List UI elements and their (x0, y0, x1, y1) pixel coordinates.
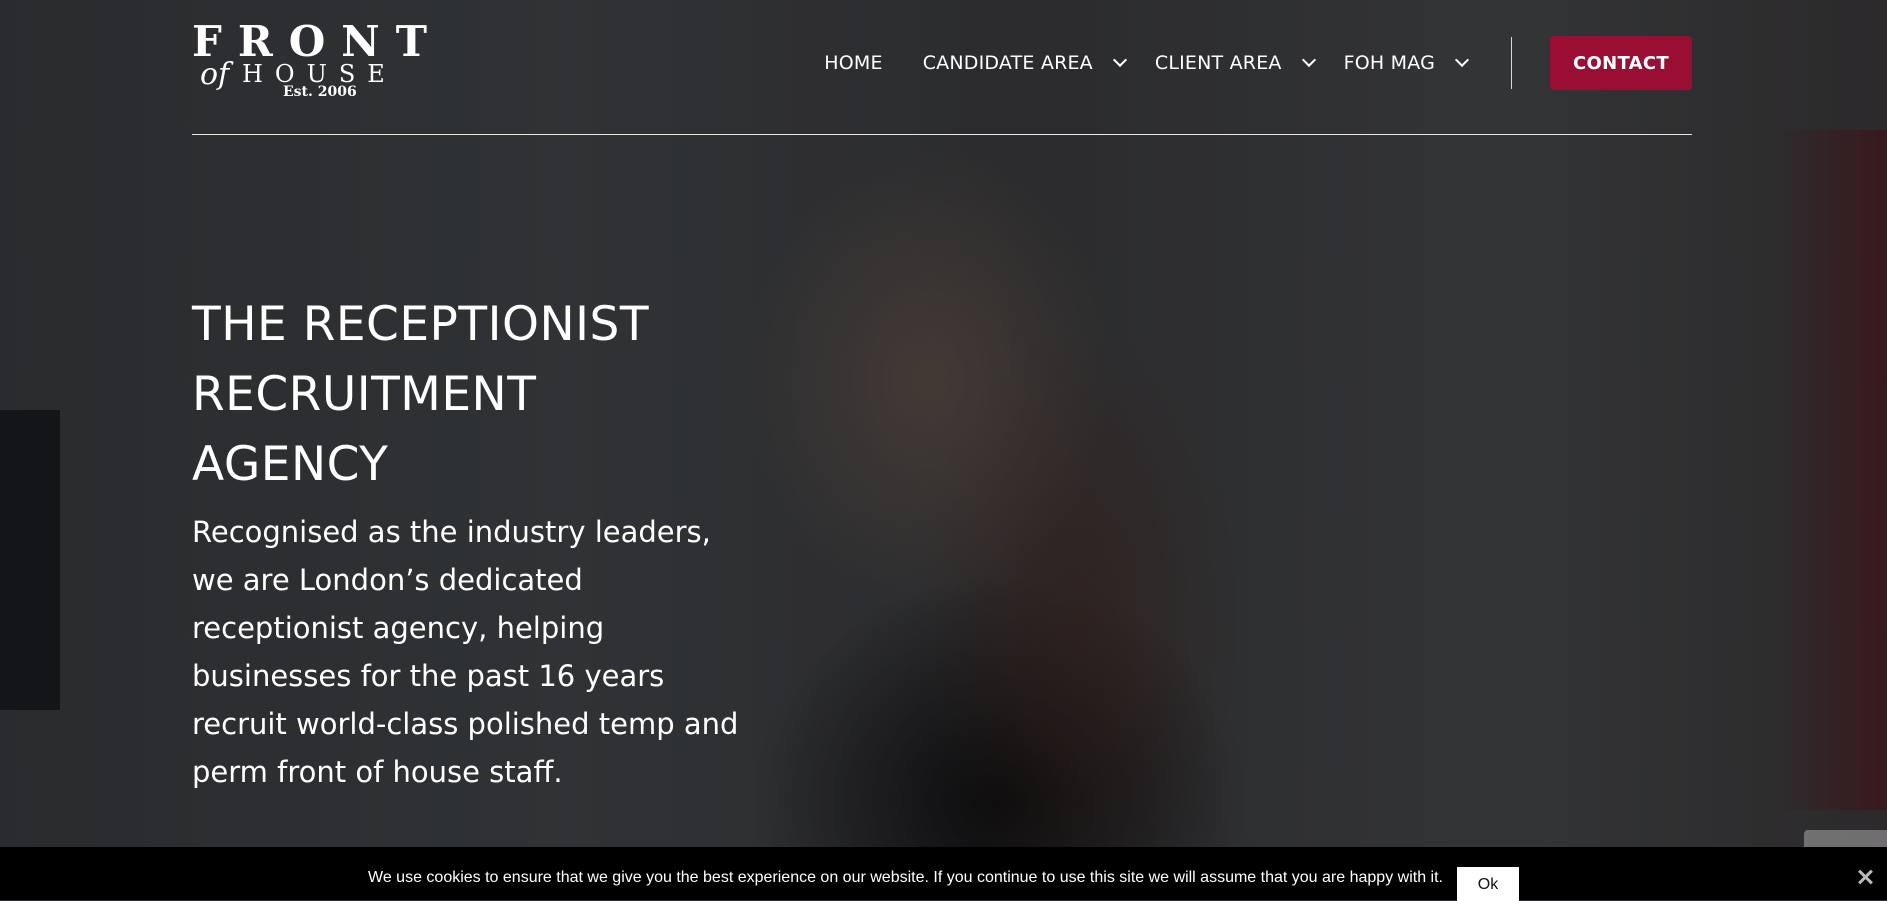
nav-item-label: CANDIDATE AREA (922, 52, 1093, 74)
cookie-notice-bar: We use cookies to ensure that we give yo… (0, 847, 1887, 901)
cookie-ok-button[interactable]: Ok (1456, 866, 1519, 901)
hero-description: Recognised as the industry leaders, we a… (192, 515, 739, 789)
close-icon[interactable] (1855, 867, 1875, 887)
chevron-down-icon[interactable] (1112, 52, 1127, 68)
hero-title: THE RECEPTIONIST RECRUITMENT AGENCY (192, 290, 752, 500)
main-nav: HOME CANDIDATE AREA CLIENT AREA FOH MAG … (824, 36, 1692, 90)
nav-item-client-area[interactable]: CLIENT AREA (1154, 52, 1316, 74)
hero-title-line: THE RECEPTIONIST (192, 297, 650, 352)
nav-item-candidate-area[interactable]: CANDIDATE AREA (922, 52, 1127, 74)
nav-item-label: FOH MAG (1343, 52, 1435, 74)
site-logo[interactable]: FRONT of HOUSE Est. 2006 (192, 20, 452, 104)
chevron-down-icon[interactable] (1301, 52, 1316, 68)
hero-title-line: AGENCY (192, 437, 389, 492)
header-divider (192, 134, 1692, 135)
site-header: FRONT of HOUSE Est. 2006 HOME CANDIDATE … (192, 0, 1692, 136)
nav-divider (1511, 37, 1512, 89)
logo-word-front: FRONT (192, 17, 443, 66)
nav-item-foh-mag[interactable]: FOH MAG (1343, 52, 1470, 74)
logo-word-of: of (200, 57, 230, 92)
chevron-down-icon[interactable] (1454, 52, 1470, 68)
nav-item-home[interactable]: HOME (824, 52, 882, 74)
nav-item-label: CLIENT AREA (1154, 52, 1282, 74)
contact-button[interactable]: CONTACT (1550, 36, 1692, 90)
hero-title-line: RECRUITMENT (192, 367, 537, 422)
nav-item-label: HOME (824, 52, 883, 74)
logo-established: Est. 2006 (283, 84, 357, 100)
cookie-notice-text: We use cookies to ensure that we give yo… (368, 868, 1443, 886)
